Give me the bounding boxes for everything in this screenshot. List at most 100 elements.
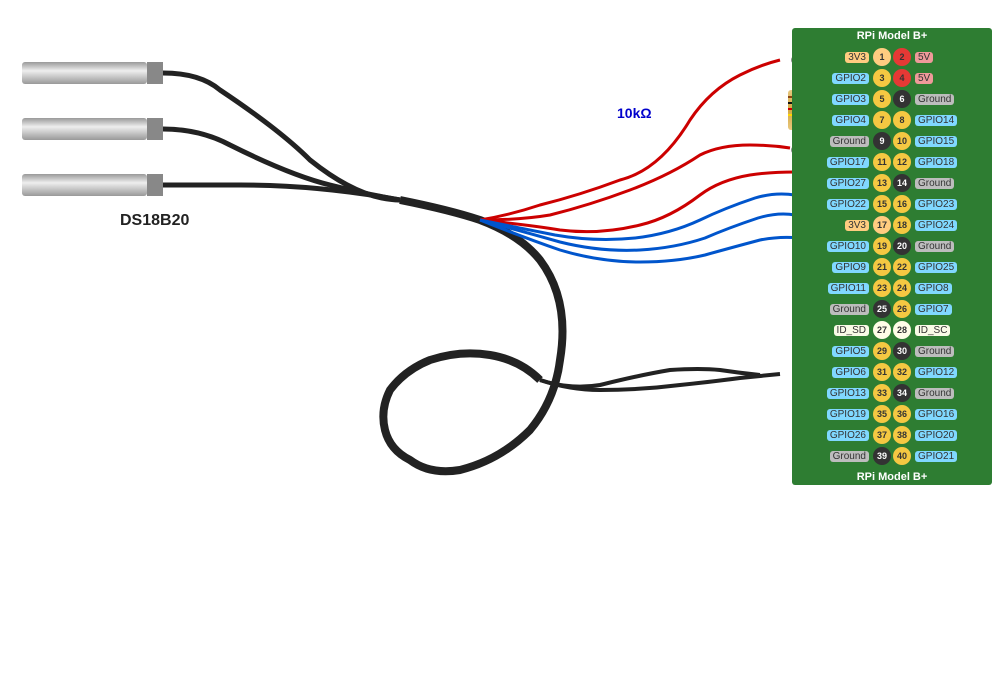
pin-label-right: Ground [912,178,974,189]
pin-row: GPIO356Ground [796,89,988,109]
pin-number-right: 14 [893,174,911,192]
pin-number-left: 1 [873,48,891,66]
pin-number-left: 5 [873,90,891,108]
pin-row: GPIO52930Ground [796,341,988,361]
pin-label-right: GPIO15 [912,136,974,147]
pin-row: GPIO2345V [796,68,988,88]
pin-number-left: 27 [873,321,891,339]
pin-label-left: 3V3 [810,52,872,63]
pin-label-right: Ground [912,346,974,357]
pin-label-left: GPIO26 [810,430,872,441]
pin-label-right: GPIO8 [912,283,974,294]
gpio-board: RPi Model B+ 3V3125VGPIO2345VGPIO356Grou… [792,28,992,485]
pin-label-left: GPIO17 [810,157,872,168]
pin-row: GPIO63132GPIO12 [796,362,988,382]
pin-label-right: Ground [912,388,974,399]
pin-number-right: 36 [893,405,911,423]
pin-number-left: 37 [873,426,891,444]
pin-number-right: 38 [893,426,911,444]
pin-row: 3V31718GPIO24 [796,215,988,235]
pin-label-left: Ground [810,451,872,462]
pin-label-right: ID_SC [912,325,974,336]
pin-row: GPIO112324GPIO8 [796,278,988,298]
pin-row: GPIO171112GPIO18 [796,152,988,172]
pin-number-left: 35 [873,405,891,423]
pin-number-right: 16 [893,195,911,213]
pin-row: GPIO478GPIO14 [796,110,988,130]
pin-label-right: 5V [912,52,974,63]
pin-label-left: Ground [810,136,872,147]
pin-label-right: GPIO18 [912,157,974,168]
pin-number-right: 8 [893,111,911,129]
pin-number-right: 18 [893,216,911,234]
pin-label-left: GPIO6 [810,367,872,378]
pin-number-right: 4 [893,69,911,87]
pin-label-left: GPIO10 [810,241,872,252]
pin-row: GPIO133334Ground [796,383,988,403]
pin-row: Ground910GPIO15 [796,131,988,151]
pin-label-right: GPIO7 [912,304,974,315]
pin-number-right: 2 [893,48,911,66]
pin-label-left: ID_SD [810,325,872,336]
pin-number-right: 10 [893,132,911,150]
pin-label-left: GPIO4 [810,115,872,126]
pin-number-left: 31 [873,363,891,381]
pin-label-right: GPIO12 [912,367,974,378]
pin-number-left: 9 [873,132,891,150]
pin-row: GPIO263738GPIO20 [796,425,988,445]
pin-number-right: 34 [893,384,911,402]
pin-label-left: GPIO2 [810,73,872,84]
pin-number-right: 40 [893,447,911,465]
svg-text:10kΩ: 10kΩ [617,105,652,121]
pin-label-left: GPIO9 [810,262,872,273]
pin-number-right: 30 [893,342,911,360]
pin-label-left: GPIO11 [810,283,872,294]
pin-row: GPIO271314Ground [796,173,988,193]
pin-label-right: Ground [912,94,974,105]
pin-number-left: 29 [873,342,891,360]
pin-row: ID_SD2728ID_SC [796,320,988,340]
board-footer: RPi Model B+ [792,469,992,485]
pin-label-left: GPIO22 [810,199,872,210]
pin-label-left: GPIO19 [810,409,872,420]
pin-number-left: 21 [873,258,891,276]
pin-number-left: 7 [873,111,891,129]
pin-number-right: 12 [893,153,911,171]
pin-number-left: 25 [873,300,891,318]
pin-label-right: GPIO21 [912,451,974,462]
pin-number-left: 11 [873,153,891,171]
svg-text:DS18B20: DS18B20 [120,212,189,229]
pin-number-right: 32 [893,363,911,381]
pin-number-right: 24 [893,279,911,297]
pin-row: Ground2526GPIO7 [796,299,988,319]
pin-label-right: GPIO23 [912,199,974,210]
pin-number-left: 23 [873,279,891,297]
pin-number-right: 20 [893,237,911,255]
pin-number-left: 19 [873,237,891,255]
pin-label-left: 3V3 [810,220,872,231]
pin-number-right: 22 [893,258,911,276]
pin-label-left: GPIO5 [810,346,872,357]
pin-row: GPIO221516GPIO23 [796,194,988,214]
pin-label-right: GPIO25 [912,262,974,273]
pin-label-right: GPIO20 [912,430,974,441]
pin-row: GPIO101920Ground [796,236,988,256]
pin-row: GPIO193536GPIO16 [796,404,988,424]
pin-number-left: 33 [873,384,891,402]
pin-number-left: 15 [873,195,891,213]
pin-number-right: 28 [893,321,911,339]
pin-number-left: 17 [873,216,891,234]
pin-label-right: GPIO24 [912,220,974,231]
pin-number-left: 13 [873,174,891,192]
pin-row: 3V3125V [796,47,988,67]
pin-row: Ground3940GPIO21 [796,446,988,466]
pin-row: GPIO92122GPIO25 [796,257,988,277]
board-header: RPi Model B+ [792,28,992,44]
pin-label-right: 5V [912,73,974,84]
pin-label-left: Ground [810,304,872,315]
pin-label-left: GPIO27 [810,178,872,189]
pin-label-right: GPIO16 [912,409,974,420]
board-body: 3V3125VGPIO2345VGPIO356GroundGPIO478GPIO… [792,44,992,469]
pin-label-left: GPIO13 [810,388,872,399]
pin-label-left: GPIO3 [810,94,872,105]
